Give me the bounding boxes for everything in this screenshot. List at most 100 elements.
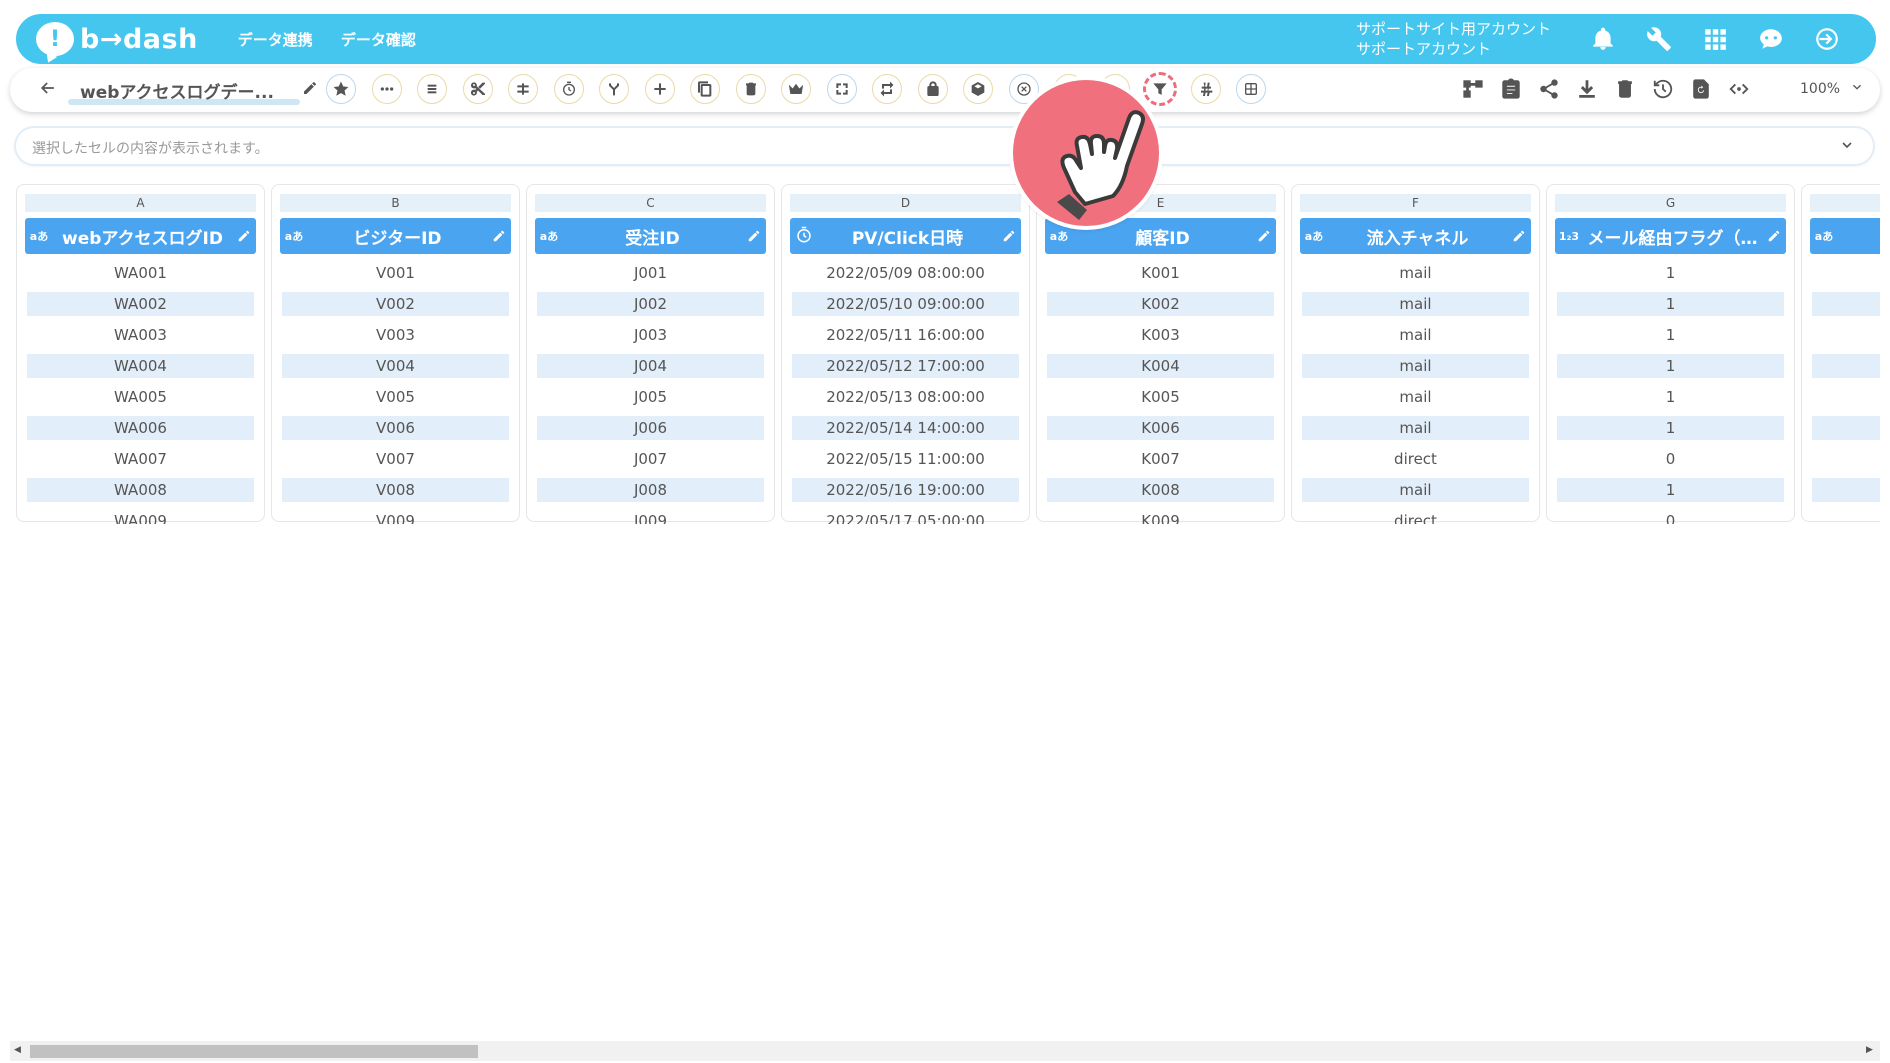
table-cell[interactable]: WA007 [27,445,254,475]
zoom-select[interactable]: 100% [1770,74,1876,104]
lock-icon[interactable] [917,74,948,104]
table-cell[interactable]: 1 [1557,415,1784,440]
bell-icon[interactable] [1584,20,1622,58]
chevron-down-icon[interactable] [1839,137,1857,155]
cell-content-bar[interactable]: 選択したセルの内容が表示されます。 [16,128,1873,164]
merge-icon[interactable] [508,74,538,104]
table-cell[interactable]: WA008 [27,477,254,502]
table-cell[interactable]: 1 [1557,383,1784,413]
table-cell[interactable]: K008 [1047,477,1274,502]
table-cell[interactable]: K005 [1047,383,1274,413]
table-cell[interactable]: WA001 [27,259,254,289]
crown-icon[interactable] [781,74,811,104]
table-cell[interactable]: K002 [1047,291,1274,316]
code-icon[interactable] [1726,76,1752,102]
horizontal-scrollbar[interactable]: ◀ ▶ [10,1041,1880,1061]
column-letter[interactable] [1810,194,1880,212]
table-cell[interactable]: 1 [1557,321,1784,351]
table-cell[interactable]: J008 [537,477,764,502]
table-cell[interactable]: V007 [282,445,509,475]
column-letter[interactable]: C [535,194,766,212]
table-cell[interactable]: 1 [1557,353,1784,378]
table-cell[interactable]: WA003 [27,321,254,351]
table-icon[interactable] [1236,74,1266,104]
table-cell[interactable] [1812,415,1880,440]
account-info[interactable]: サポートサイト用アカウント サポートアカウント [1356,19,1551,59]
pencil-icon[interactable] [487,229,511,243]
table-cell[interactable]: J003 [537,321,764,351]
hash-icon[interactable] [1190,74,1221,104]
table-cell[interactable]: V002 [282,291,509,316]
table-cell[interactable]: WA005 [27,383,254,413]
table-cell[interactable]: mail [1302,259,1529,289]
table-cell[interactable]: 2022/05/12 17:00:00 [792,353,1019,378]
branch-icon[interactable] [599,74,629,104]
column-letter[interactable]: G [1555,194,1786,212]
column-header[interactable]: aあ ビジターID [280,218,511,254]
table-cell[interactable]: mail [1302,383,1529,413]
back-arrow-icon[interactable] [38,78,62,102]
table-cell[interactable]: WA009 [27,507,254,524]
pencil-icon[interactable] [997,229,1021,243]
wrench-icon[interactable] [1640,20,1678,58]
add-icon[interactable] [644,74,675,104]
table-cell[interactable]: J001 [537,259,764,289]
table-cell[interactable]: direct [1302,445,1529,475]
table-cell[interactable] [1812,353,1880,378]
column-header[interactable]: PV/Click日時 [790,218,1021,254]
scroll-left-arrow-icon[interactable]: ◀ [14,1045,24,1057]
scissors-icon[interactable] [462,74,493,104]
table-cell[interactable]: V008 [282,477,509,502]
list-icon[interactable] [417,74,447,104]
table-cell[interactable]: 2022/05/17 05:00:00 [792,507,1019,524]
table-cell[interactable]: V009 [282,507,509,524]
table-cell[interactable]: 0 [1557,445,1784,475]
chat-bot-icon[interactable] [1752,20,1790,58]
column-header[interactable]: aあ 受注ID [535,218,766,254]
table-cell[interactable]: V006 [282,415,509,440]
table-cell[interactable]: V005 [282,383,509,413]
table-cell[interactable] [1812,477,1880,502]
table-cell[interactable]: 2022/05/16 19:00:00 [792,477,1019,502]
table-cell[interactable]: WA002 [27,291,254,316]
logout-icon[interactable] [1808,20,1846,58]
history-icon[interactable] [1650,76,1676,102]
clipboard-icon[interactable] [1498,76,1524,102]
star-icon[interactable] [326,74,356,104]
table-cell[interactable]: J002 [537,291,764,316]
share-icon[interactable] [1536,76,1562,102]
table-cell[interactable]: WA004 [27,353,254,378]
column-header[interactable]: aあ [1810,218,1880,254]
dataset-name[interactable]: webアクセスログデー... [80,78,300,103]
column-letter[interactable]: D [790,194,1021,212]
table-cell[interactable]: K003 [1047,321,1274,351]
table-cell[interactable]: V001 [282,259,509,289]
table-cell[interactable]: K007 [1047,445,1274,475]
table-cell[interactable]: V004 [282,353,509,378]
bdash-logo[interactable]: ! b→dash [36,14,198,64]
nav-data-check[interactable]: データ確認 [341,29,416,50]
package-icon[interactable] [963,74,993,104]
table-cell[interactable]: mail [1302,353,1529,378]
pencil-icon[interactable] [1507,229,1531,243]
expand-icon[interactable] [826,74,857,104]
scroll-right-arrow-icon[interactable]: ▶ [1866,1045,1876,1057]
column-letter[interactable]: B [280,194,511,212]
table-cell[interactable]: K001 [1047,259,1274,289]
pencil-icon[interactable] [302,80,320,98]
table-cell[interactable]: 0 [1557,507,1784,524]
nav-data-integration[interactable]: データ連携 [238,29,313,50]
table-cell[interactable]: 2022/05/10 09:00:00 [792,291,1019,316]
more-icon[interactable] [371,74,402,104]
download-icon[interactable] [1574,76,1600,102]
copy-icon[interactable] [690,74,720,104]
table-cell[interactable]: 2022/05/14 14:00:00 [792,415,1019,440]
table-cell[interactable]: K004 [1047,353,1274,378]
column-letter[interactable]: A [25,194,256,212]
table-cell[interactable]: mail [1302,415,1529,440]
table-cell[interactable]: J009 [537,507,764,524]
table-cell[interactable]: mail [1302,291,1529,316]
table-cell[interactable]: V003 [282,321,509,351]
column-header[interactable]: aあ webアクセスログID [25,218,256,254]
column-letter[interactable]: F [1300,194,1531,212]
